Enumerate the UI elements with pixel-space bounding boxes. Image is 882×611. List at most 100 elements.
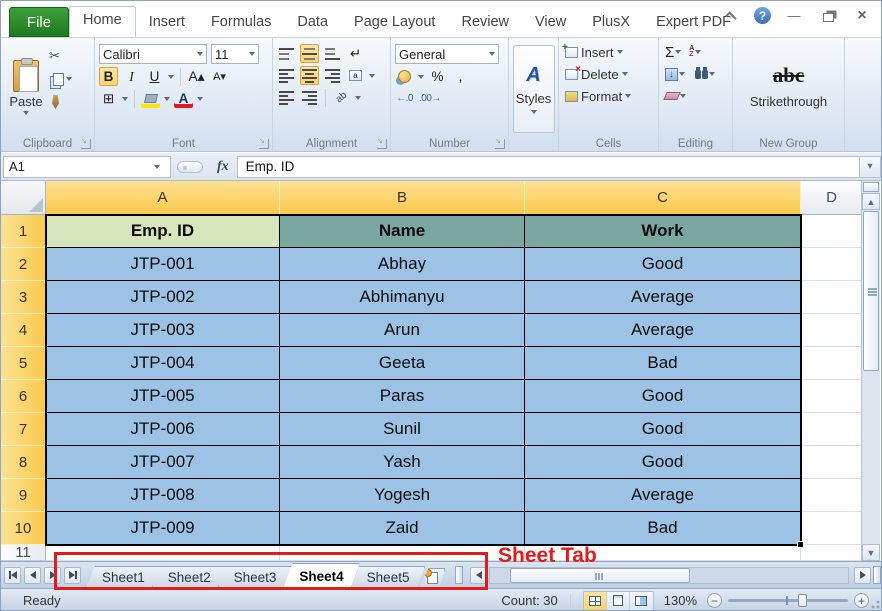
page-break-view-icon[interactable] [630, 592, 653, 610]
font-name-select[interactable]: Calibri [99, 44, 207, 64]
restore-icon[interactable] [817, 8, 839, 24]
horizontal-scroll-thumb[interactable] [510, 568, 690, 583]
tab-split-handle[interactable] [455, 566, 463, 584]
clipboard-dialog-launcher[interactable] [81, 139, 91, 149]
resize-grip[interactable] [869, 598, 881, 610]
sort-filter-icon[interactable]: AZ [689, 46, 694, 58]
increase-indent-icon[interactable] [300, 88, 319, 107]
align-middle-button[interactable] [300, 44, 319, 63]
tab-page-layout[interactable]: Page Layout [341, 9, 448, 37]
last-sheet-icon[interactable] [64, 567, 81, 584]
name-box[interactable]: A1 [3, 156, 171, 178]
grow-font-button[interactable]: A▴ [187, 67, 206, 86]
decrease-indent-icon[interactable] [277, 88, 296, 107]
row-header[interactable]: 6 [1, 380, 46, 413]
prev-sheet-icon[interactable] [24, 567, 41, 584]
decrease-decimal-icon[interactable]: .00→ [418, 89, 442, 108]
cell-empid[interactable]: JTP-003 [46, 314, 280, 347]
row-header[interactable]: 1 [1, 215, 46, 248]
cell-empid[interactable]: JTP-002 [46, 281, 280, 314]
cell-name-header[interactable]: Name [280, 215, 525, 248]
fill-handle[interactable] [797, 541, 804, 548]
cell-work[interactable]: Bad [525, 347, 801, 380]
cell-work[interactable]: Good [525, 380, 801, 413]
autosum-icon[interactable]: Σ [665, 44, 674, 61]
cell-name[interactable]: Zaid [280, 512, 525, 545]
page-layout-view-icon[interactable] [607, 592, 630, 610]
next-sheet-icon[interactable] [44, 567, 61, 584]
row-header[interactable]: 3 [1, 281, 46, 314]
cell-empid[interactable]: JTP-009 [46, 512, 280, 545]
accounting-format-icon[interactable] [395, 67, 414, 86]
row-header[interactable]: 10 [1, 512, 46, 545]
sheet-tab-sheet4[interactable]: Sheet4 [283, 563, 359, 588]
row-header[interactable]: 9 [1, 479, 46, 512]
bold-button[interactable]: B [99, 67, 118, 86]
align-top-button[interactable] [277, 44, 296, 63]
formula-input[interactable]: Emp. ID [237, 156, 859, 178]
fill-color-icon[interactable] [141, 89, 160, 108]
cell-work[interactable]: Average [525, 281, 801, 314]
font-color-icon[interactable]: A [174, 89, 193, 108]
tab-file[interactable]: File [9, 7, 69, 37]
number-format-select[interactable]: General [395, 44, 499, 64]
number-dialog-launcher[interactable] [495, 139, 505, 149]
tab-insert[interactable]: Insert [136, 9, 198, 37]
cell-empid[interactable]: JTP-006 [46, 413, 280, 446]
help-icon[interactable]: ? [754, 7, 771, 24]
cell-empid[interactable]: JTP-007 [46, 446, 280, 479]
row-header[interactable]: 5 [1, 347, 46, 380]
strikethrough-button[interactable]: Strikethrough [750, 94, 827, 109]
row-header[interactable]: 4 [1, 314, 46, 347]
cell-name[interactable]: Paras [280, 380, 525, 413]
name-box-dropdown-icon[interactable] [154, 165, 160, 169]
first-sheet-icon[interactable] [4, 567, 21, 584]
cell-empid[interactable]: JTP-005 [46, 380, 280, 413]
paste-button[interactable]: Paste [3, 41, 49, 133]
borders-icon[interactable]: ⊞ [99, 89, 118, 108]
col-header-b[interactable]: B [280, 181, 525, 215]
row-header[interactable]: 11 [1, 545, 46, 561]
tab-review[interactable]: Review [448, 9, 522, 37]
cell-work[interactable]: Average [525, 479, 801, 512]
cell-name[interactable]: Sunil [280, 413, 525, 446]
close-icon[interactable]: × [851, 8, 873, 24]
underline-button[interactable]: U [145, 67, 164, 86]
cell-empid[interactable]: JTP-004 [46, 347, 280, 380]
italic-button[interactable]: I [122, 67, 141, 86]
fill-icon[interactable]: ↓ [665, 68, 678, 81]
styles-button[interactable]: A Styles [513, 45, 555, 133]
sheet-tab-sheet3[interactable]: Sheet3 [218, 566, 293, 588]
zoom-out-icon[interactable]: − [707, 593, 722, 608]
wrap-text-icon[interactable]: ↵ [346, 44, 365, 63]
col-header-d[interactable]: D [801, 181, 863, 215]
sheet-tab-sheet5[interactable]: Sheet5 [351, 566, 426, 588]
orientation-icon[interactable]: ab [332, 88, 351, 107]
cell-name[interactable]: Yogesh [280, 479, 525, 512]
collapse-ribbon-icon[interactable] [720, 8, 742, 24]
clear-icon[interactable] [663, 92, 681, 100]
tab-data[interactable]: Data [284, 9, 341, 37]
vertical-scrollbar[interactable]: ▲ ▼ [861, 181, 880, 561]
align-bottom-button[interactable] [323, 44, 342, 63]
merge-center-icon[interactable]: a [346, 66, 365, 85]
cell-name[interactable]: Geeta [280, 347, 525, 380]
hscroll-right-icon[interactable] [854, 567, 871, 584]
copy-button[interactable] [49, 70, 72, 88]
row-header[interactable]: 2 [1, 248, 46, 281]
tab-plusx[interactable]: PlusX [579, 9, 643, 37]
align-right-button[interactable] [323, 66, 342, 85]
font-dialog-launcher[interactable] [259, 139, 269, 149]
tab-formulas[interactable]: Formulas [198, 9, 284, 37]
cell-name[interactable]: Arun [280, 314, 525, 347]
horizontal-scrollbar[interactable] [489, 567, 849, 584]
zoom-slider-thumb[interactable] [798, 594, 807, 607]
insert-cells-button[interactable]: Insert [561, 41, 656, 63]
find-select-icon[interactable] [695, 70, 701, 79]
formula-bar-expand-icon[interactable]: ▾ [859, 156, 881, 178]
format-painter-button[interactable] [49, 93, 72, 111]
delete-cells-button[interactable]: Delete [561, 63, 656, 85]
sheet-tab-sheet2[interactable]: Sheet2 [152, 566, 227, 588]
col-header-a[interactable]: A [46, 181, 280, 215]
cell-name[interactable]: Abhimanyu [280, 281, 525, 314]
